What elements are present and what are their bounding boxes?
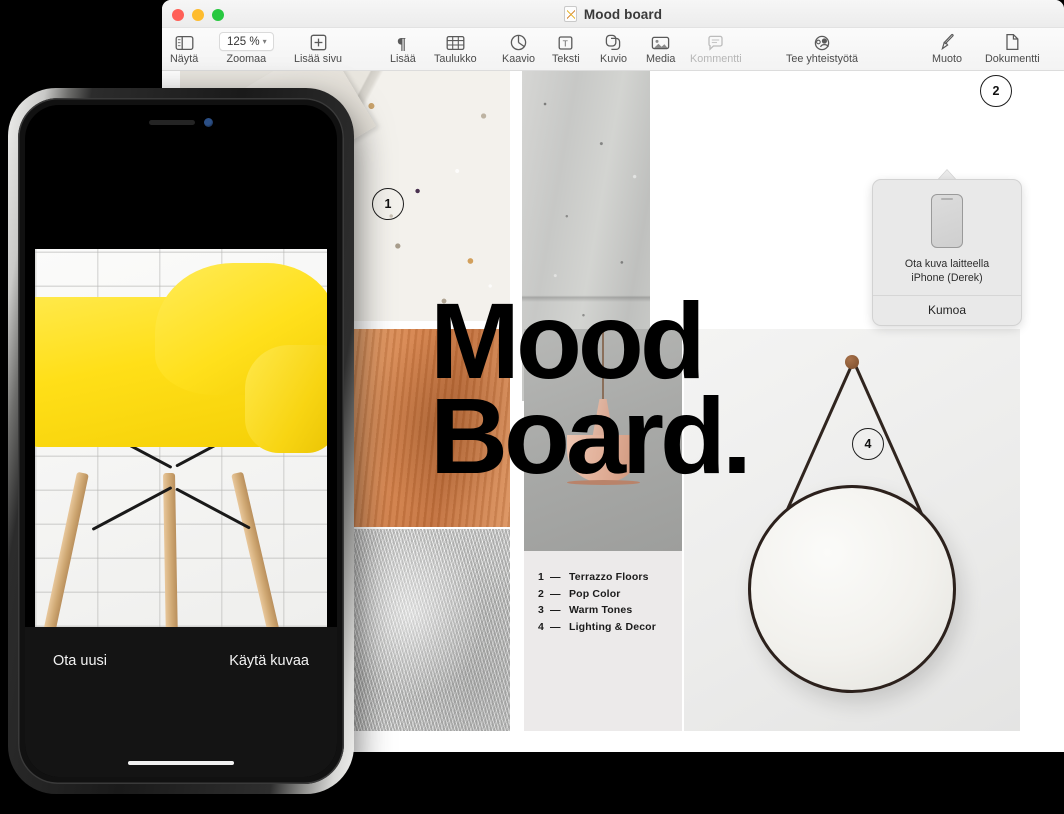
table-icon xyxy=(446,30,465,51)
callout-badge-4: 4 xyxy=(852,428,884,460)
toolbar-button-format[interactable]: Muoto xyxy=(932,30,962,65)
legend-dash: — xyxy=(550,587,561,600)
legend-label: Warm Tones xyxy=(569,604,633,616)
toolbar-button-shape[interactable]: Kuvio xyxy=(600,30,627,65)
page-title[interactable]: Mood Board. xyxy=(430,287,752,490)
toolbar-label-zoom: Zoomaa xyxy=(226,53,267,65)
legend-label: Lighting & Decor xyxy=(569,620,656,633)
shapes-icon xyxy=(605,30,622,51)
toolbar-label-collaborate: Tee yhteistyötä xyxy=(786,53,859,65)
cancel-button[interactable]: Kumoa xyxy=(873,296,1021,325)
callout-number: 1 xyxy=(384,197,392,211)
media-photo-icon xyxy=(651,30,670,51)
legend-number: 1 xyxy=(538,571,544,583)
legend-dash: — xyxy=(550,571,561,583)
callout-number: 4 xyxy=(864,437,872,451)
toolbar-button-add-page[interactable]: Lisää sivu xyxy=(294,30,342,65)
mood-board-legend: 1 — Terrazzo Floors 2 — Pop Color 3 — Wa… xyxy=(538,569,656,635)
retake-photo-button[interactable]: Ota uusi xyxy=(53,653,107,669)
toolbar-label-table: Taulukko xyxy=(434,53,477,65)
pilcrow-icon: ¶ xyxy=(396,30,410,51)
home-indicator[interactable] xyxy=(128,760,234,765)
mirror-wall-hook xyxy=(845,355,859,369)
toolbar-button-view[interactable]: Näytä xyxy=(170,30,198,65)
list-item: 2 — Pop Color xyxy=(538,586,656,603)
list-item: 1 — Terrazzo Floors xyxy=(538,569,656,586)
iphone-device: Ota uusi Käytä kuvaa xyxy=(8,88,354,794)
mirror-glass xyxy=(748,485,956,693)
toolbar-zoom-control[interactable]: 125 % ▾ Zoomaa xyxy=(219,30,274,65)
toolbar-label-format: Muoto xyxy=(932,53,963,65)
toolbar-button-document[interactable]: Dokumentti xyxy=(985,30,1040,65)
callout-number: 2 xyxy=(992,84,1000,98)
toolbar-label-shape: Kuvio xyxy=(600,53,628,65)
svg-text:¶: ¶ xyxy=(397,34,406,51)
chair-wire-brace xyxy=(91,486,173,531)
popover-message-line1: Ota kuva laitteella xyxy=(904,258,990,270)
window-title: Mood board xyxy=(583,6,663,22)
yellow-eames-chair-photo xyxy=(35,249,327,661)
popover-message-line2: iPhone (Derek) xyxy=(911,272,983,284)
iphone-screen[interactable]: Ota uusi Käytä kuvaa xyxy=(25,105,337,777)
toolbar-button-comment[interactable]: Kommentti xyxy=(690,30,742,65)
toolbar-button-table[interactable]: Taulukko xyxy=(434,30,477,65)
toolbar-button-chart[interactable]: Kaavio xyxy=(502,30,535,65)
legend-number: 2 xyxy=(538,587,544,600)
text-box-icon: T xyxy=(557,30,574,51)
toolbar-label-view: Näytä xyxy=(170,53,199,65)
sidebar-view-icon xyxy=(175,30,194,51)
toolbar-button-insert[interactable]: ¶ Lisää xyxy=(390,30,416,65)
grey-fur-rug-photo[interactable] xyxy=(352,529,510,731)
chevron-down-icon: ▾ xyxy=(262,36,267,46)
toolbar-button-collaborate[interactable]: Tee yhteistyötä xyxy=(786,30,858,65)
toolbar-label-insert: Lisää xyxy=(390,53,416,65)
list-item: 3 — Warm Tones xyxy=(538,602,656,619)
screenshot-root: Mood board Näytä 125 % ▾ Zoomaa Lisää si… xyxy=(0,0,1064,814)
collaborate-icon xyxy=(812,30,832,51)
window-title-group: Mood board xyxy=(162,0,1064,28)
callout-badge-1: 1 xyxy=(372,188,404,220)
iphone-notch xyxy=(129,115,233,129)
legend-label: Terrazzo Floors xyxy=(569,571,649,583)
toolbar-button-media[interactable]: Media xyxy=(646,30,675,65)
document-icon xyxy=(1005,30,1020,51)
iphone-bezel: Ota uusi Käytä kuvaa xyxy=(18,98,344,784)
list-item: 4 — Lighting & Decor xyxy=(538,619,656,636)
camera-action-bar: Ota uusi Käytä kuvaa xyxy=(25,627,337,777)
comment-bubble-icon xyxy=(707,30,724,51)
continuity-camera-popover[interactable]: Ota kuva laitteella iPhone (Derek) Kumoa xyxy=(872,179,1022,326)
toolbar-label-media: Media xyxy=(646,53,676,65)
use-photo-button[interactable]: Käytä kuvaa xyxy=(229,653,309,669)
toolbar-label-text: Teksti xyxy=(552,53,580,65)
legend-number: 3 xyxy=(538,604,544,616)
svg-text:T: T xyxy=(563,39,569,49)
zoom-chevron-icon[interactable]: 125 % ▾ xyxy=(219,30,274,51)
keynote-document-icon xyxy=(563,6,577,22)
toolbar-label-add-page: Lisää sivu xyxy=(294,53,343,65)
chair-armrest xyxy=(245,345,327,453)
iphone-device-icon xyxy=(931,194,963,248)
legend-dash: — xyxy=(550,620,561,633)
toolbar-label-comment: Kommentti xyxy=(690,53,742,65)
legend-dash: — xyxy=(550,604,561,616)
callout-badge-2: 2 xyxy=(980,75,1012,107)
earpiece-speaker-icon xyxy=(149,119,195,125)
main-toolbar: Näytä 125 % ▾ Zoomaa Lisää sivu ¶ Lisää … xyxy=(162,28,1064,71)
zoom-value: 125 % xyxy=(227,35,260,48)
chart-pie-icon xyxy=(510,30,527,51)
legend-label: Pop Color xyxy=(569,587,621,600)
toolbar-label-document: Dokumentti xyxy=(985,53,1040,65)
front-camera-icon xyxy=(204,117,213,127)
window-titlebar: Mood board xyxy=(162,0,1064,28)
toolbar-label-chart: Kaavio xyxy=(502,53,536,65)
toolbar-button-text[interactable]: T Teksti xyxy=(552,30,580,65)
popover-body: Ota kuva laitteella iPhone (Derek) xyxy=(873,180,1021,295)
format-brush-icon xyxy=(938,30,956,51)
legend-number: 4 xyxy=(538,620,544,633)
add-page-icon xyxy=(310,30,327,51)
